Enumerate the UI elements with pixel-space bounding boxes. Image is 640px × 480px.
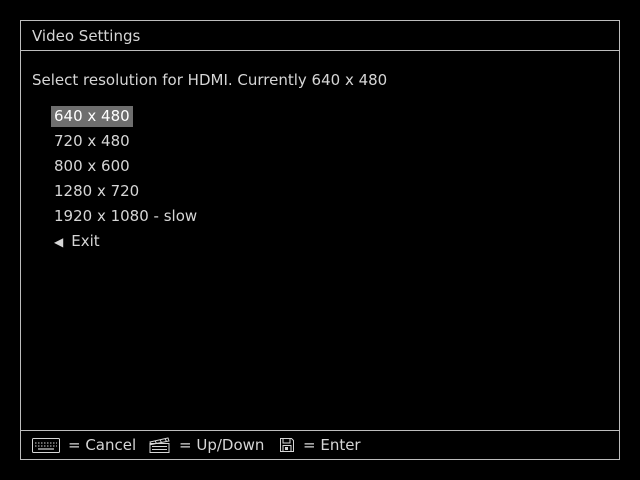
exit-item-content: ◀ Exit xyxy=(51,231,103,252)
menu-item-label: 720 x 480 xyxy=(54,132,130,150)
menu-item-label: 1280 x 720 xyxy=(54,182,140,200)
hint-cancel-label: = Cancel xyxy=(68,436,137,454)
hint-updown-label: = Up/Down xyxy=(179,436,265,454)
dialog-title: Video Settings xyxy=(32,27,141,45)
title-bar: Video Settings xyxy=(21,21,619,51)
left-triangle-icon: ◀ xyxy=(54,235,64,249)
menu-item-label: 640 x 480 xyxy=(51,106,133,127)
menu-item-exit[interactable]: ◀ Exit xyxy=(51,231,200,256)
menu-item-label: 800 x 600 xyxy=(54,157,130,175)
hint-enter-label: = Enter xyxy=(303,436,361,454)
resolution-menu: 640 x 480 720 x 480 800 x 600 1280 x 720… xyxy=(51,106,200,256)
menu-item-label: 1920 x 1080 - slow xyxy=(54,207,198,225)
menu-item-720x480[interactable]: 720 x 480 xyxy=(51,131,200,156)
resolution-prompt: Select resolution for HDMI. Currently 64… xyxy=(32,71,388,89)
controls-footer: = Cancel = Up/Down = Enter xyxy=(21,430,619,459)
hint-updown: = Up/Down xyxy=(149,436,264,454)
clapperboard-icon xyxy=(149,437,170,453)
hint-cancel: = Cancel xyxy=(32,436,136,454)
floppy-disk-icon xyxy=(280,438,294,452)
menu-item-640x480[interactable]: 640 x 480 xyxy=(51,106,200,131)
hint-enter: = Enter xyxy=(279,436,361,454)
keyboard-icon xyxy=(32,437,60,453)
video-settings-dialog: Video Settings Select resolution for HDM… xyxy=(20,20,620,460)
exit-label: Exit xyxy=(71,232,100,250)
menu-item-1920x1080[interactable]: 1920 x 1080 - slow xyxy=(51,206,200,231)
menu-item-1280x720[interactable]: 1280 x 720 xyxy=(51,181,200,206)
menu-item-800x600[interactable]: 800 x 600 xyxy=(51,156,200,181)
